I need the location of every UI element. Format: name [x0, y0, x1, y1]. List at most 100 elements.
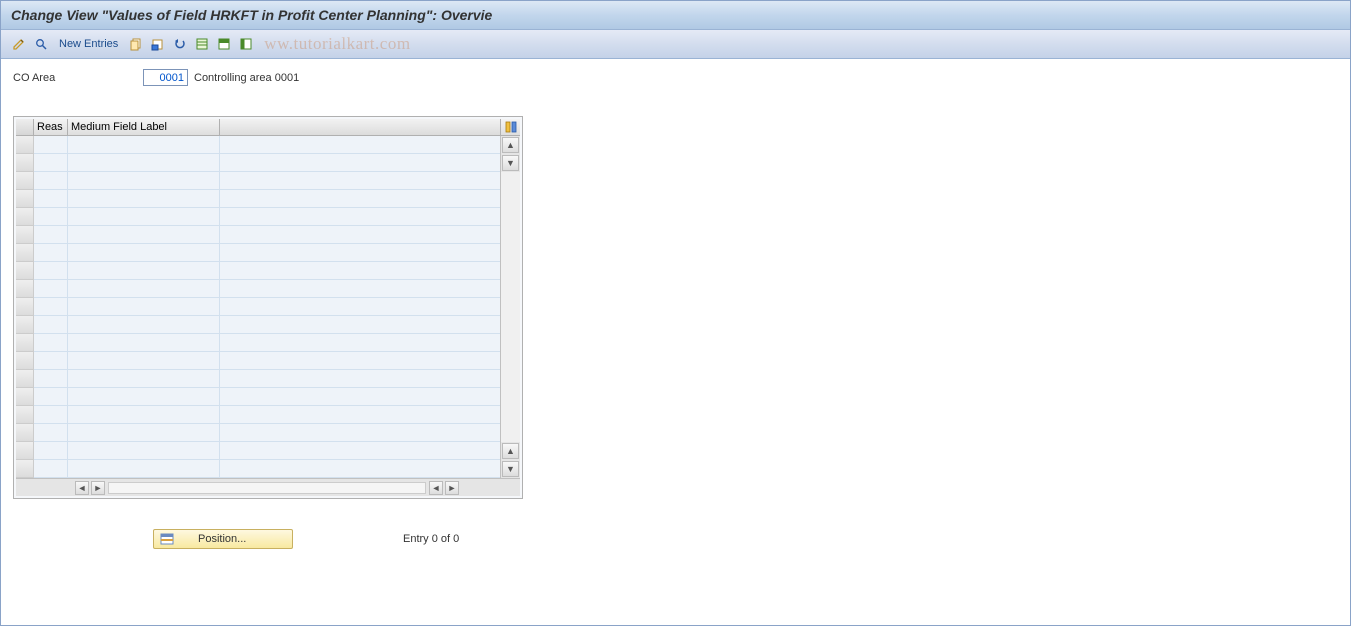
hscroll-left2-icon[interactable]: ►: [91, 481, 105, 495]
cell-reas[interactable]: [34, 172, 68, 190]
table-row: [16, 442, 500, 460]
copy-icon[interactable]: [126, 34, 146, 54]
column-header-medium[interactable]: Medium Field Label: [68, 119, 220, 135]
row-selector[interactable]: [16, 244, 34, 262]
cell-medium[interactable]: [68, 226, 220, 244]
select-all-icon[interactable]: [192, 34, 212, 54]
cell-medium[interactable]: [68, 190, 220, 208]
cell-rest: [220, 334, 500, 352]
cell-reas[interactable]: [34, 424, 68, 442]
cell-medium[interactable]: [68, 352, 220, 370]
cell-medium[interactable]: [68, 280, 220, 298]
row-selector[interactable]: [16, 280, 34, 298]
row-selector[interactable]: [16, 190, 34, 208]
row-selector[interactable]: [16, 208, 34, 226]
cell-rest: [220, 280, 500, 298]
page-title: Change View "Values of Field HRKFT in Pr…: [1, 1, 1350, 30]
cell-medium[interactable]: [68, 442, 220, 460]
row-selector[interactable]: [16, 226, 34, 244]
row-selector[interactable]: [16, 172, 34, 190]
new-entries-button[interactable]: New Entries: [53, 38, 124, 50]
hscroll-right2-icon[interactable]: ►: [445, 481, 459, 495]
cell-reas[interactable]: [34, 406, 68, 424]
cell-reas[interactable]: [34, 190, 68, 208]
cell-rest: [220, 370, 500, 388]
row-selector[interactable]: [16, 388, 34, 406]
row-selector[interactable]: [16, 370, 34, 388]
table-row: [16, 262, 500, 280]
cell-medium[interactable]: [68, 334, 220, 352]
cell-reas[interactable]: [34, 280, 68, 298]
row-selector[interactable]: [16, 406, 34, 424]
co-area-row: CO Area Controlling area 0001: [13, 69, 1338, 86]
table-row: [16, 316, 500, 334]
cell-reas[interactable]: [34, 244, 68, 262]
select-all-header[interactable]: [16, 119, 34, 135]
vertical-scrollbar[interactable]: ▲ ▼ ▲ ▼: [500, 136, 520, 478]
delete-icon[interactable]: [148, 34, 168, 54]
cell-reas[interactable]: [34, 334, 68, 352]
scroll-track[interactable]: [501, 172, 520, 442]
horizontal-scrollbar[interactable]: ◄ ► ◄ ►: [16, 478, 520, 496]
cell-rest: [220, 460, 500, 478]
cell-reas[interactable]: [34, 316, 68, 334]
cell-medium[interactable]: [68, 244, 220, 262]
cell-medium[interactable]: [68, 370, 220, 388]
row-selector[interactable]: [16, 352, 34, 370]
scroll-up-icon[interactable]: ▲: [502, 137, 519, 153]
hscroll-right-icon[interactable]: ◄: [429, 481, 443, 495]
cell-rest: [220, 316, 500, 334]
cell-rest: [220, 244, 500, 262]
cell-reas[interactable]: [34, 154, 68, 172]
cell-medium[interactable]: [68, 136, 220, 154]
table-configure-icon[interactable]: [500, 119, 520, 135]
cell-medium[interactable]: [68, 262, 220, 280]
deselect-all-icon[interactable]: [236, 34, 256, 54]
cell-medium[interactable]: [68, 298, 220, 316]
cell-medium[interactable]: [68, 172, 220, 190]
cell-reas[interactable]: [34, 460, 68, 478]
find-icon[interactable]: [31, 34, 51, 54]
table-row: [16, 136, 500, 154]
cell-reas[interactable]: [34, 136, 68, 154]
scroll-down-icon[interactable]: ▼: [502, 461, 519, 477]
row-selector[interactable]: [16, 460, 34, 478]
row-selector[interactable]: [16, 334, 34, 352]
content-area: CO Area Controlling area 0001 Reas Mediu…: [1, 59, 1350, 559]
row-selector[interactable]: [16, 298, 34, 316]
cell-reas[interactable]: [34, 352, 68, 370]
cell-reas[interactable]: [34, 370, 68, 388]
cell-medium[interactable]: [68, 208, 220, 226]
column-header-reas[interactable]: Reas: [34, 119, 68, 135]
select-block-icon[interactable]: [214, 34, 234, 54]
position-button[interactable]: Position...: [153, 529, 293, 549]
row-selector[interactable]: [16, 136, 34, 154]
scroll-down-small-icon[interactable]: ▼: [502, 155, 519, 171]
table-row: [16, 460, 500, 478]
hscroll-left-icon[interactable]: ◄: [75, 481, 89, 495]
cell-rest: [220, 442, 500, 460]
undo-icon[interactable]: [170, 34, 190, 54]
row-selector[interactable]: [16, 154, 34, 172]
row-selector[interactable]: [16, 316, 34, 334]
cell-medium[interactable]: [68, 424, 220, 442]
position-button-label: Position...: [198, 533, 246, 545]
row-selector[interactable]: [16, 262, 34, 280]
cell-medium[interactable]: [68, 154, 220, 172]
cell-medium[interactable]: [68, 388, 220, 406]
cell-reas[interactable]: [34, 298, 68, 316]
scroll-up-small-icon[interactable]: ▲: [502, 443, 519, 459]
cell-medium[interactable]: [68, 406, 220, 424]
cell-reas[interactable]: [34, 442, 68, 460]
change-icon[interactable]: [9, 34, 29, 54]
cell-reas[interactable]: [34, 208, 68, 226]
row-selector[interactable]: [16, 442, 34, 460]
co-area-input[interactable]: [143, 69, 188, 86]
hscroll-track[interactable]: [108, 482, 426, 494]
cell-reas[interactable]: [34, 388, 68, 406]
cell-medium[interactable]: [68, 316, 220, 334]
cell-medium[interactable]: [68, 460, 220, 478]
cell-reas[interactable]: [34, 262, 68, 280]
cell-reas[interactable]: [34, 226, 68, 244]
row-selector[interactable]: [16, 424, 34, 442]
